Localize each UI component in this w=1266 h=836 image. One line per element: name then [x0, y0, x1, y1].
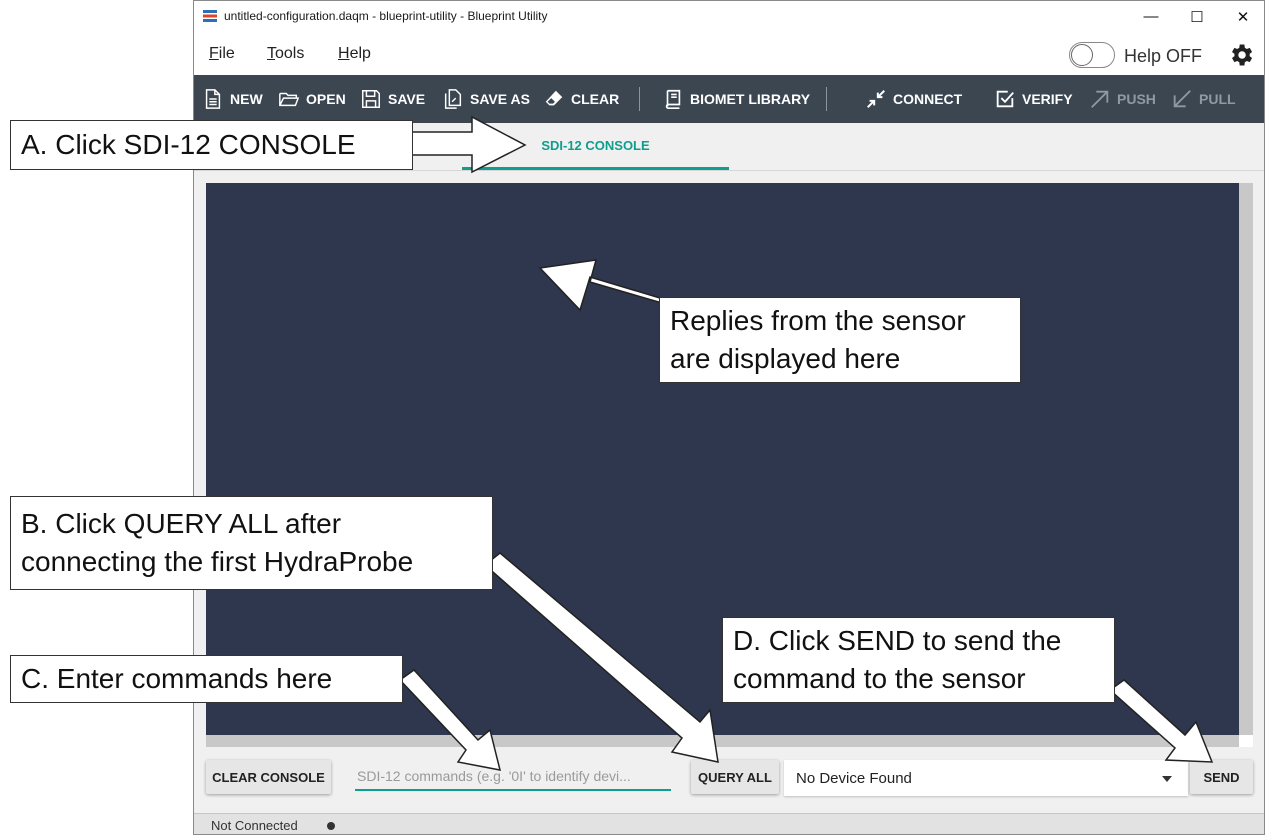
callout-c-line: C. Enter commands here — [21, 663, 333, 694]
callout-replies: Replies from the sensor are displayed he… — [659, 297, 1021, 383]
callout-a: A. Click SDI-12 CONSOLE — [10, 120, 413, 170]
callout-d: D. Click SEND to send the command to the… — [722, 617, 1115, 703]
callout-b: B. Click QUERY ALL after connecting the … — [10, 496, 493, 590]
annotation-arrow-a — [411, 115, 527, 174]
annotation-arrow-d — [1108, 679, 1214, 763]
callout-b-line-1: B. Click QUERY ALL after — [21, 508, 342, 539]
annotation-arrow-b — [483, 552, 719, 763]
callout-replies-line-2: are displayed here — [670, 343, 901, 374]
callout-d-line-2: command to the sensor — [733, 663, 1026, 694]
annotation-arrow-replies — [538, 259, 664, 312]
callout-replies-line-1: Replies from the sensor — [670, 305, 966, 336]
callout-b-line-2: connecting the first HydraProbe — [21, 546, 414, 577]
callout-d-line-1: D. Click SEND to send the — [733, 625, 1062, 656]
callout-a-line: A. Click SDI-12 CONSOLE — [21, 129, 356, 160]
annotation-arrow-c — [398, 669, 502, 771]
callout-c: C. Enter commands here — [10, 655, 403, 703]
